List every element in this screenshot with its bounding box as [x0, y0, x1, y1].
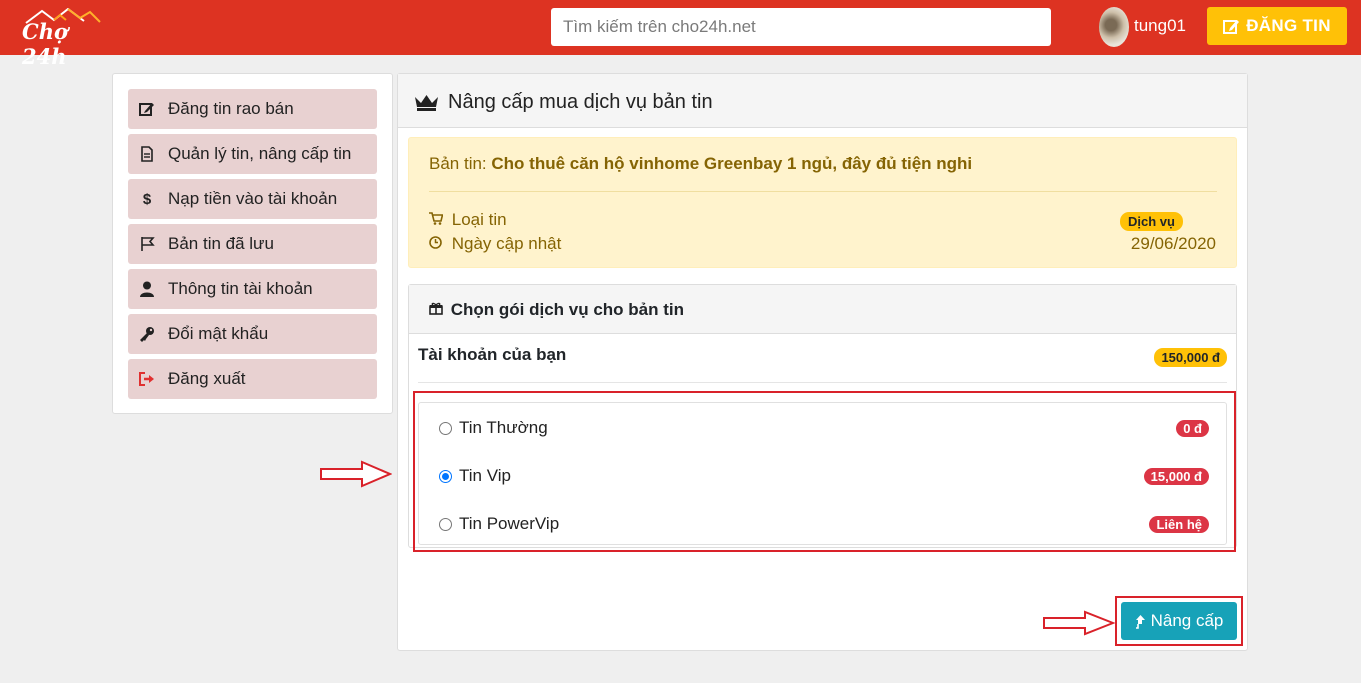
sidebar-item-saved-listings[interactable]: Bản tin đã lưu [128, 224, 377, 264]
package-title: Chọn gói dịch vụ cho bản tin [429, 300, 684, 320]
username[interactable]: tung01 [1134, 16, 1186, 36]
page-title: Nâng cấp mua dịch vụ bản tin [448, 91, 713, 113]
sidebar-item-label: Đăng tin rao bán [168, 99, 294, 118]
sidebar-item-label: Bản tin đã lưu [168, 234, 274, 253]
upgrade-button[interactable]: Nâng cấp [1121, 602, 1237, 640]
top-navbar: Chợ 24h tung01 ĐĂNG TIN [0, 0, 1361, 69]
updated-date-value: 29/06/2020 [1130, 234, 1216, 253]
sidebar-item-account-info[interactable]: Thông tin tài khoản [128, 269, 377, 309]
document-icon [136, 145, 158, 163]
post-listing-button[interactable]: ĐĂNG TIN [1207, 7, 1347, 45]
listing-type-row: Loại tin [429, 210, 507, 230]
flag-icon [136, 235, 158, 253]
user-icon [136, 280, 158, 298]
upgrade-button-label: Nâng cấp [1150, 611, 1224, 630]
sidebar-item-label: Đăng xuất [168, 369, 246, 388]
sidebar-item-logout[interactable]: Đăng xuất [128, 359, 377, 399]
package-card-header: Chọn gói dịch vụ cho bản tin [409, 285, 1236, 334]
dollar-icon: $ [142, 190, 152, 208]
sidebar-item-label: Thông tin tài khoản [168, 279, 313, 298]
account-balance-badge: 150,000 đ [1154, 348, 1227, 367]
annotation-frame-options [413, 391, 1236, 552]
site-logo[interactable]: Chợ 24h [22, 8, 114, 69]
logo-text: Chợ 24h [22, 19, 68, 69]
listing-prefix: Bản tin: [429, 154, 487, 173]
avatar[interactable] [1099, 7, 1129, 47]
sidebar-item-label: Quản lý tin, nâng cấp tin [168, 144, 352, 163]
gift-icon [429, 302, 443, 315]
updated-date-label: Ngày cập nhật [451, 234, 562, 253]
key-icon [136, 325, 158, 343]
package-title-text: Chọn gói dịch vụ cho bản tin [450, 300, 684, 319]
panel-header: Nâng cấp mua dịch vụ bản tin [398, 74, 1247, 128]
sidebar-item-manage-listings[interactable]: Quản lý tin, nâng cấp tin [128, 134, 377, 174]
annotation-arrow-icon [1043, 610, 1115, 636]
listing-title[interactable]: Cho thuê căn hộ vinhome Greenbay 1 ngủ, … [491, 154, 972, 173]
sidebar-item-label: Đổi mật khẩu [168, 324, 269, 343]
edit-icon [1223, 19, 1240, 34]
post-listing-label: ĐĂNG TIN [1246, 16, 1331, 35]
sign-out-icon [136, 370, 158, 388]
edit-icon [136, 100, 158, 118]
listing-line: Bản tin: Cho thuê căn hộ vinhome Greenba… [429, 154, 972, 174]
sidebar-item-post-listing[interactable]: Đăng tin rao bán [128, 89, 377, 129]
cart-icon [429, 212, 447, 228]
divider [418, 382, 1227, 383]
sidebar-item-change-password[interactable]: Đổi mật khẩu [128, 314, 377, 354]
clock-icon [429, 236, 447, 252]
annotation-arrow-icon [320, 460, 392, 488]
updated-date-row: Ngày cập nhật [429, 234, 561, 254]
search-input[interactable] [551, 8, 1051, 46]
account-label: Tài khoản của bạn [418, 345, 567, 364]
listing-type-badge: Dịch vụ [1120, 212, 1183, 231]
sidebar-item-label: Nạp tiền vào tài khoản [168, 189, 338, 208]
crown-icon [415, 95, 438, 111]
account-sidebar: Đăng tin rao bán Quản lý tin, nâng cấp t… [112, 73, 393, 414]
divider [429, 191, 1217, 192]
listing-type-label: Loại tin [451, 210, 507, 229]
upgrade-arrow-icon [1135, 614, 1145, 629]
sidebar-item-top-up[interactable]: $ Nạp tiền vào tài khoản [128, 179, 377, 219]
listing-info-box: Bản tin: Cho thuê căn hộ vinhome Greenba… [408, 137, 1237, 268]
upgrade-panel: Nâng cấp mua dịch vụ bản tin Bản tin: Ch… [397, 73, 1248, 651]
